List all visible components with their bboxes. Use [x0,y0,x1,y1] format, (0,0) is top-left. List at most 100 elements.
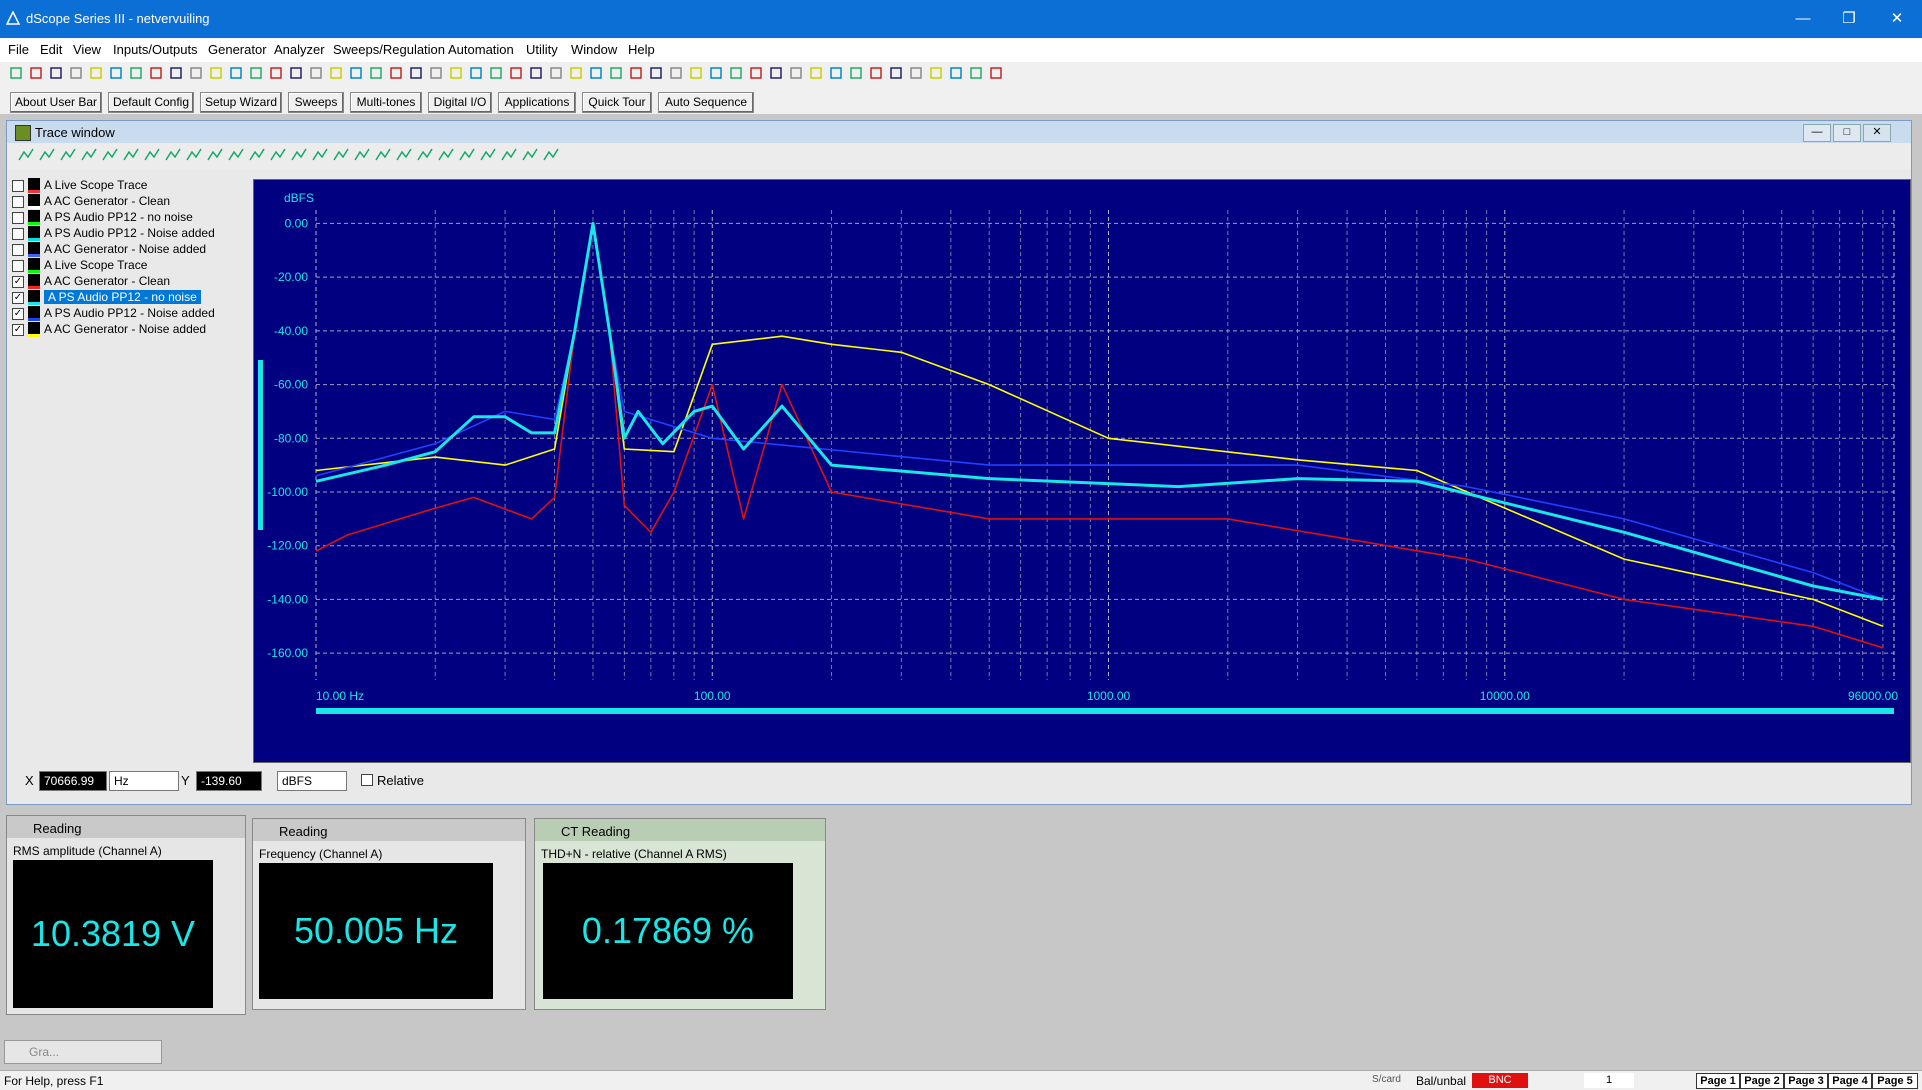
sweeps-button[interactable]: Sweeps [288,92,344,113]
toolbar-tool-icon[interactable] [248,65,268,85]
menu-file[interactable]: File [8,42,29,57]
trace-tool-icon[interactable] [101,146,119,167]
legend-checkbox[interactable] [12,259,24,272]
legend-checkbox[interactable] [12,195,24,208]
toolbar-tool-icon[interactable] [948,65,968,85]
menu-edit[interactable]: Edit [40,42,62,57]
legend-item[interactable]: ✓ A AC Generator - Clean [12,274,252,290]
trace-tool-icon[interactable] [59,146,77,167]
toolbar-tool-icon[interactable] [568,65,588,85]
toolbar-tool-icon[interactable] [208,65,228,85]
toolbar-tool-icon[interactable] [508,65,528,85]
trace-tool-icon[interactable] [458,146,476,167]
toolbar-tool-icon[interactable] [788,65,808,85]
legend-item[interactable]: A AC Generator - Clean [12,194,252,210]
toolbar-tool-icon[interactable] [148,65,168,85]
restore-button[interactable]: ❐ [1826,0,1872,38]
trace-tool-icon[interactable] [542,146,560,167]
page-3-tab[interactable]: Page 3 [1784,1073,1828,1089]
toolbar-tool-icon[interactable] [188,65,208,85]
toolbar-tool-icon[interactable] [608,65,628,85]
trace-maximize-button[interactable]: □ [1833,124,1861,142]
toolbar-tool-icon[interactable] [988,65,1008,85]
trace-tool-icon[interactable] [521,146,539,167]
toolbar-tool-icon[interactable] [408,65,428,85]
trace-tool-icon[interactable] [374,146,392,167]
trace-minimize-button[interactable]: — [1803,124,1831,142]
toolbar-tool-icon[interactable] [748,65,768,85]
legend-item[interactable]: ✓ A AC Generator - Noise added [12,322,252,338]
cursor-x-unit-select[interactable]: Hz [109,771,179,791]
toolbar-tool-icon[interactable] [308,65,328,85]
toolbar-tool-icon[interactable] [348,65,368,85]
trace-tool-icon[interactable] [311,146,329,167]
cursor-x-value[interactable]: 70666.99 [39,771,107,791]
menu-analyzer[interactable]: Analyzer [274,42,325,57]
toolbar-tool-icon[interactable] [228,65,248,85]
toolbar-tool-icon[interactable] [488,65,508,85]
toolbar-tool-icon[interactable] [708,65,728,85]
applications-button[interactable]: Applications [498,92,576,113]
setup-wizard-button[interactable]: Setup Wizard [200,92,282,113]
toolbar-tool-icon[interactable] [28,65,48,85]
trace-tool-icon[interactable] [290,146,308,167]
menu-view[interactable]: View [73,42,101,57]
trace-tool-icon[interactable] [164,146,182,167]
legend-item[interactable]: A Live Scope Trace [12,178,252,194]
toolbar-tool-icon[interactable] [388,65,408,85]
page-4-tab[interactable]: Page 4 [1828,1073,1872,1089]
toolbar-tool-icon[interactable] [108,65,128,85]
trace-tool-icon[interactable] [143,146,161,167]
toolbar-tool-icon[interactable] [288,65,308,85]
relative-checkbox[interactable] [361,774,373,786]
toolbar-tool-icon[interactable] [828,65,848,85]
legend-item[interactable]: A AC Generator - Noise added [12,242,252,258]
quick-tour-button[interactable]: Quick Tour [582,92,652,113]
toolbar-tool-icon[interactable] [328,65,348,85]
spectrum-plot[interactable]: 0.00 -20.00 -40.00 -60.00 -80.00 -100.00 -120.… [253,179,1911,763]
trace-tool-icon[interactable] [395,146,413,167]
toolbar-tool-icon[interactable] [808,65,828,85]
cursor-y-value[interactable]: -139.60 [196,771,262,791]
toolbar-tool-icon[interactable] [928,65,948,85]
legend-checkbox[interactable]: ✓ [12,323,24,336]
legend-checkbox[interactable] [12,179,24,192]
legend-checkbox[interactable] [12,243,24,256]
trace-tool-icon[interactable] [437,146,455,167]
toolbar-tool-icon[interactable] [548,65,568,85]
toolbar-tool-icon[interactable] [648,65,668,85]
default-config-button[interactable]: Default Config [108,92,194,113]
cursor-y-unit-select[interactable]: dBFS [277,771,347,791]
menu-utility[interactable]: Utility [526,42,558,57]
toolbar-tool-icon[interactable] [868,65,888,85]
trace-tool-icon[interactable] [17,146,35,167]
toolbar-tool-icon[interactable] [668,65,688,85]
toolbar-tool-icon[interactable] [728,65,748,85]
legend-checkbox[interactable] [12,227,24,240]
trace-tool-icon[interactable] [479,146,497,167]
toolbar-tool-icon[interactable] [688,65,708,85]
trace-tool-icon[interactable] [206,146,224,167]
trace-tool-icon[interactable] [80,146,98,167]
legend-checkbox[interactable]: ✓ [12,275,24,288]
trace-tool-icon[interactable] [38,146,56,167]
legend-checkbox[interactable]: ✓ [12,307,24,320]
menu-automation[interactable]: Automation [448,42,514,57]
toolbar-tool-icon[interactable] [128,65,148,85]
menu-inputs-outputs[interactable]: Inputs/Outputs [113,42,198,57]
page-1-tab[interactable]: Page 1 [1696,1073,1740,1089]
toolbar-tool-icon[interactable] [468,65,488,85]
toolbar-tool-icon[interactable] [888,65,908,85]
trace-tool-icon[interactable] [122,146,140,167]
page-5-tab[interactable]: Page 5 [1872,1073,1918,1089]
trace-tool-icon[interactable] [248,146,266,167]
trace-tool-icon[interactable] [227,146,245,167]
menu-sweeps-regulation[interactable]: Sweeps/Regulation [333,42,445,57]
toolbar-tool-icon[interactable] [588,65,608,85]
multi-tones-button[interactable]: Multi-tones [350,92,422,113]
page-2-tab[interactable]: Page 2 [1740,1073,1784,1089]
toolbar-tool-icon[interactable] [968,65,988,85]
toolbar-tool-icon[interactable] [368,65,388,85]
auto-sequence-button[interactable]: Auto Sequence [658,92,754,113]
trace-tool-icon[interactable] [269,146,287,167]
